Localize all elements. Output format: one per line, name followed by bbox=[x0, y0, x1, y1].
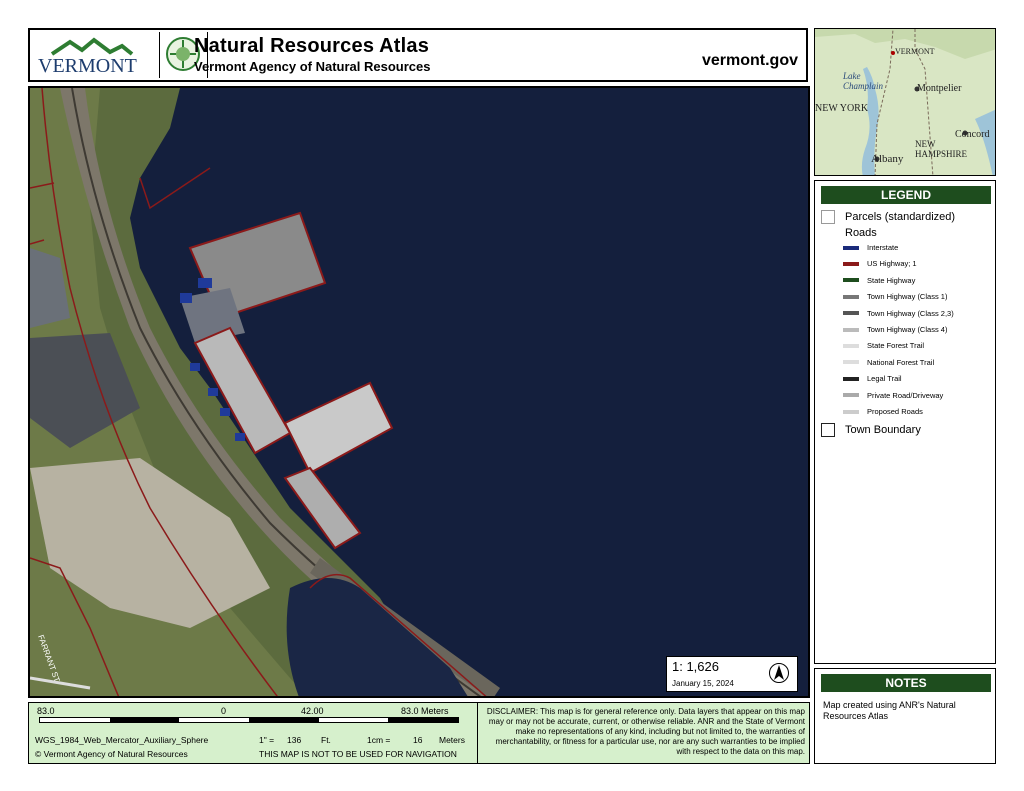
legend-road-item: State Highway bbox=[843, 276, 915, 285]
legend-label: US Highway; 1 bbox=[867, 259, 917, 269]
legend-label: Proposed Roads bbox=[867, 407, 923, 416]
scalebar-mid: 42.00 bbox=[301, 706, 324, 716]
locator-label: Montpelier bbox=[917, 83, 962, 94]
map-title: Natural Resources Atlas bbox=[194, 35, 430, 57]
legend-road-item: Private Road/Driveway bbox=[843, 391, 943, 400]
road-swatch bbox=[843, 311, 859, 316]
inch-unit: Ft. bbox=[321, 735, 331, 745]
site-link[interactable]: vermont.gov bbox=[702, 52, 798, 70]
road-swatch bbox=[843, 294, 859, 299]
legend-label: State Forest Trail bbox=[867, 341, 925, 351]
legend-label: Town Boundary bbox=[845, 424, 921, 436]
legend-road-item: National Forest Trail bbox=[843, 358, 934, 367]
locator-label: NEW HAMPSHIRE bbox=[915, 139, 968, 159]
legend-label: National Forest Trail bbox=[867, 357, 935, 367]
legend-item-parcels: Parcels (standardized) bbox=[821, 210, 955, 224]
legend-label: Private Road/Driveway bbox=[867, 390, 944, 400]
legend-road-item: Proposed Roads bbox=[843, 407, 923, 416]
legend-label: Parcels (standardized) bbox=[845, 211, 956, 223]
map-legend: LEGEND Parcels (standardized) Roads Inte… bbox=[814, 180, 996, 664]
locator-label: Albany bbox=[871, 153, 904, 165]
locator-label: NEW YORK bbox=[815, 103, 869, 114]
road-swatch bbox=[843, 261, 859, 266]
notes-panel: NOTES Map created using ANR's Natural Re… bbox=[814, 668, 996, 764]
legend-label: Town Highway (Class 4) bbox=[867, 325, 948, 334]
legend-label: Town Highway (Class 1) bbox=[867, 292, 948, 302]
parcel-swatch bbox=[821, 210, 835, 224]
road-swatch bbox=[843, 360, 859, 365]
disclaimer-text: DISCLAIMER: This map is for general refe… bbox=[486, 707, 805, 756]
road-swatch bbox=[843, 343, 859, 348]
map-date: January 15, 2024 bbox=[672, 679, 734, 688]
copyright-text: © Vermont Agency of Natural Resources bbox=[35, 749, 188, 759]
legend-item-town-boundary: Town Boundary bbox=[821, 423, 921, 437]
legend-label: State Highway bbox=[867, 275, 916, 285]
aerial-map[interactable]: FARRANT ST bbox=[28, 86, 810, 698]
locator-map[interactable]: VERMONT Lake Champlain Montpelier NEW YO… bbox=[814, 28, 996, 176]
road-swatch bbox=[843, 376, 859, 381]
locator-label: VERMONT bbox=[895, 47, 935, 56]
north-arrow-icon bbox=[769, 663, 789, 683]
legend-road-item: Town Highway (Class 2,3) bbox=[843, 309, 954, 318]
legend-road-item: Town Highway (Class 1) bbox=[843, 292, 947, 301]
legend-road-item: US Highway; 1 bbox=[843, 259, 917, 268]
cm-label: 1cm = bbox=[367, 735, 391, 745]
legend-label: Town Highway (Class 2,3) bbox=[867, 308, 954, 318]
notes-text: Map created using ANR's Natural Resource… bbox=[823, 700, 956, 721]
projection-label: WGS_1984_Web_Mercator_Auxiliary_Sphere bbox=[35, 735, 209, 745]
locator-label: Lake Champlain bbox=[843, 71, 884, 91]
legend-label: Legal Trail bbox=[867, 374, 902, 384]
cm-value: 16 bbox=[413, 735, 423, 745]
map-subtitle: Vermont Agency of Natural Resources bbox=[194, 59, 431, 74]
vermont-logo: VERMONT bbox=[32, 32, 160, 78]
legend-road-item: Legal Trail bbox=[843, 374, 902, 383]
inch-value: 136 bbox=[287, 735, 302, 745]
svg-text:VERMONT: VERMONT bbox=[38, 55, 137, 76]
road-swatch bbox=[843, 278, 859, 283]
notes-title: NOTES bbox=[821, 674, 991, 692]
navigation-warning: THIS MAP IS NOT TO BE USED FOR NAVIGATIO… bbox=[259, 749, 457, 759]
scale-ratio: 1: 1,626 bbox=[672, 659, 719, 674]
scalebar-zero: 0 bbox=[221, 706, 227, 716]
road-swatch bbox=[843, 327, 859, 332]
legend-road-item: Interstate bbox=[843, 243, 898, 252]
road-swatch bbox=[843, 409, 859, 414]
legend-road-item: Town Highway (Class 4) bbox=[843, 325, 947, 334]
inch-label: 1" = bbox=[259, 735, 275, 745]
legend-title: LEGEND bbox=[821, 186, 991, 204]
scalebar-left: 83.0 bbox=[37, 706, 55, 716]
map-scale-box: 1: 1,626 January 15, 2024 bbox=[666, 656, 798, 692]
scalebar bbox=[39, 717, 459, 723]
legend-label: Interstate bbox=[867, 243, 899, 252]
town-boundary-swatch bbox=[821, 423, 835, 437]
scalebar-right: 83.0 Meters bbox=[401, 706, 449, 716]
cm-unit: Meters bbox=[439, 735, 465, 745]
road-swatch bbox=[843, 245, 859, 250]
legend-road-item: State Forest Trail bbox=[843, 341, 924, 350]
map-footer: 83.0 0 42.00 83.0 Meters WGS_1984_Web_Me… bbox=[28, 702, 810, 764]
legend-roads-heading: Roads bbox=[845, 227, 877, 239]
road-swatch bbox=[843, 393, 859, 398]
map-header: VERMONT Natural Resources Atlas Vermont … bbox=[28, 28, 808, 82]
